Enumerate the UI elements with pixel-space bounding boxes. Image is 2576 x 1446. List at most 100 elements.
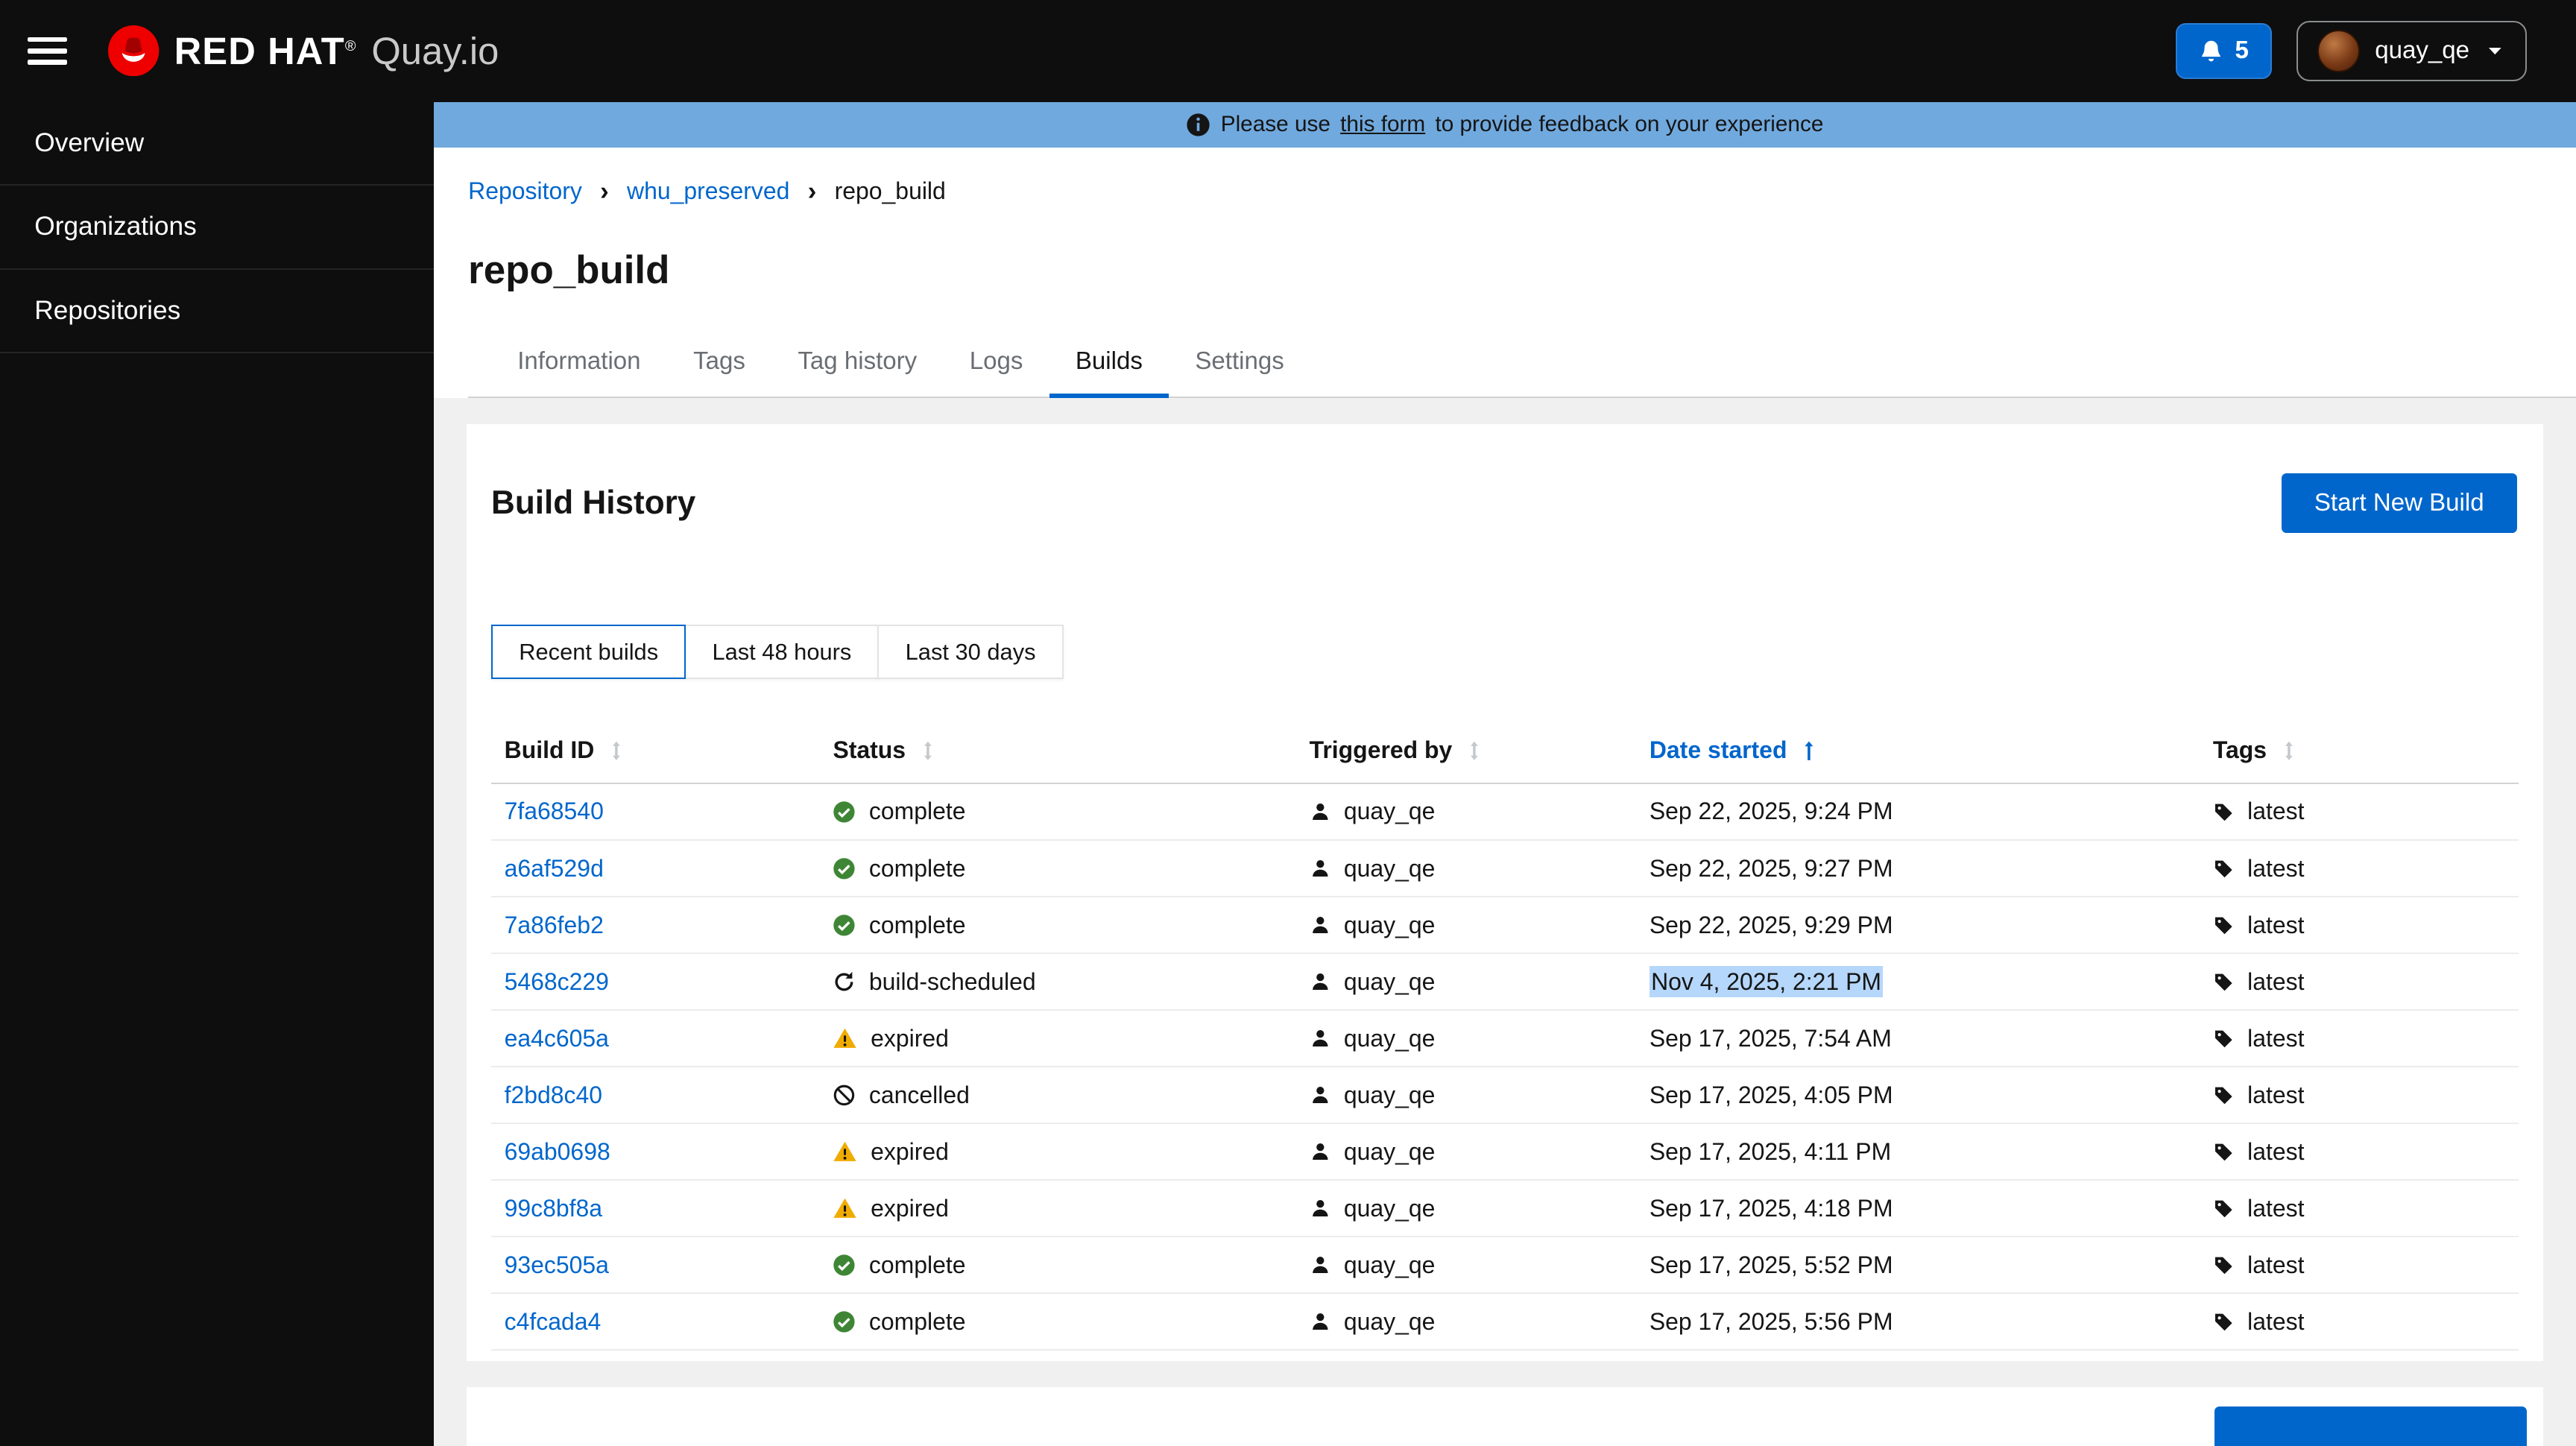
build-filter-toggle-group: Recent builds Last 48 hours Last 30 days — [467, 625, 2543, 679]
breadcrumb-namespace[interactable]: whu_preserved — [627, 177, 789, 205]
build-id-link[interactable]: 7fa68540 — [505, 798, 604, 825]
column-header-build-id[interactable]: Build ID — [491, 736, 820, 764]
tab-settings[interactable]: Settings — [1169, 329, 1310, 398]
user-menu-button[interactable]: quay_qe — [2296, 20, 2527, 82]
page-title: repo_build — [468, 248, 670, 293]
expired-status-icon — [833, 1140, 857, 1164]
brand[interactable]: RED HAT® Quay.io — [108, 25, 499, 77]
tab-information[interactable]: Information — [491, 329, 667, 398]
status-label: complete — [868, 1251, 966, 1278]
tab-tags[interactable]: Tags — [667, 329, 771, 398]
start-new-build-button[interactable]: Start New Build — [2281, 473, 2517, 533]
date-started-label: Sep 17, 2025, 5:52 PM — [1649, 1251, 1893, 1278]
tab-tag-history[interactable]: Tag history — [771, 329, 943, 398]
table-row: 7a86feb2 complete quay_qe Sep 22, 2025, … — [491, 897, 2519, 955]
build-id-link[interactable]: a6af529d — [505, 855, 604, 883]
column-header-tags[interactable]: Tags — [2200, 736, 2519, 764]
user-icon — [1310, 1141, 1331, 1163]
build-id-cell: f2bd8c40 — [491, 1082, 820, 1109]
tag-label: latest — [2247, 854, 2305, 882]
chevron-right-icon: › — [600, 176, 609, 206]
sidebar-item-organizations[interactable]: Organizations — [0, 186, 434, 270]
column-header-status[interactable]: Status — [820, 736, 1296, 764]
banner-text-prefix: Please use — [1220, 112, 1330, 137]
feedback-form-link[interactable]: this form — [1340, 112, 1425, 137]
notifications-button[interactable]: 5 — [2176, 22, 2272, 79]
breadcrumb-repository[interactable]: Repository — [468, 177, 582, 205]
filter-recent-builds[interactable]: Recent builds — [491, 625, 686, 679]
tag-icon — [2213, 1028, 2235, 1049]
triggered-by-cell: quay_qe — [1296, 798, 1636, 825]
build-id-link[interactable]: 69ab0698 — [505, 1138, 610, 1166]
tab-builds[interactable]: Builds — [1049, 329, 1169, 399]
tag-icon — [2213, 1254, 2235, 1276]
triggered-by-label: quay_qe — [1343, 1251, 1436, 1278]
build-id-link[interactable]: 7a86feb2 — [505, 912, 604, 939]
table-row: 69ab0698 expired quay_qe Sep 17, 2025, 4… — [491, 1124, 2519, 1181]
build-id-link[interactable]: 99c8bf8a — [505, 1195, 602, 1222]
tags-cell: latest — [2200, 912, 2519, 939]
sort-icon — [921, 740, 935, 762]
expired-status-icon — [833, 1026, 857, 1051]
triggered-by-label: quay_qe — [1343, 798, 1436, 825]
nav-toggle-button[interactable] — [0, 0, 95, 102]
status-cell: complete — [820, 1251, 1296, 1279]
brand-red-hat-text: RED HAT® — [174, 29, 357, 72]
triggered-by-cell: quay_qe — [1296, 912, 1636, 939]
column-header-date-started[interactable]: Date started — [1636, 736, 2200, 764]
column-header-triggered-by[interactable]: Triggered by — [1296, 736, 1636, 764]
build-id-link[interactable]: f2bd8c40 — [505, 1082, 602, 1109]
status-label: complete — [868, 798, 966, 825]
triggered-by-label: quay_qe — [1343, 1081, 1436, 1108]
user-icon — [1310, 1084, 1331, 1106]
tag-icon — [2213, 1198, 2235, 1219]
triggered-by-label: quay_qe — [1343, 1137, 1436, 1165]
tag-label: latest — [2247, 1024, 2305, 1052]
date-started-label: Sep 17, 2025, 7:54 AM — [1649, 1024, 1892, 1052]
date-started-cell: Sep 17, 2025, 5:52 PM — [1636, 1251, 2200, 1279]
filter-last-30-days[interactable]: Last 30 days — [877, 625, 1064, 679]
status-label: complete — [868, 854, 966, 882]
tag-label: latest — [2247, 911, 2305, 938]
date-started-cell: Sep 22, 2025, 9:24 PM — [1636, 798, 2200, 825]
tags-cell: latest — [2200, 1308, 2519, 1336]
expired-status-icon — [833, 1196, 857, 1221]
build-id-link[interactable]: 5468c229 — [505, 968, 609, 996]
tag-icon — [2213, 1311, 2235, 1333]
triggered-by-cell: quay_qe — [1296, 1251, 1636, 1279]
page-header: Repository › whu_preserved › repo_build … — [433, 148, 2576, 399]
status-label: complete — [868, 911, 966, 938]
sidebar-item-repositories[interactable]: Repositories — [0, 270, 434, 354]
user-icon — [1310, 1028, 1331, 1049]
triggered-by-label: quay_qe — [1343, 1194, 1436, 1222]
brand-product-text: Quay.io — [371, 29, 499, 72]
filter-last-48-hours[interactable]: Last 48 hours — [684, 625, 880, 679]
sidebar-item-overview[interactable]: Overview — [0, 102, 434, 186]
table-row: 7fa68540 complete quay_qe Sep 22, 2025, … — [491, 784, 2519, 841]
bell-icon — [2199, 39, 2223, 63]
triggered-by-cell: quay_qe — [1296, 1082, 1636, 1109]
user-icon — [1310, 971, 1331, 993]
complete-status-icon — [833, 1310, 856, 1333]
status-cell: complete — [820, 855, 1296, 883]
build-id-link[interactable]: c4fcada4 — [505, 1308, 602, 1336]
user-icon — [1310, 801, 1331, 823]
trademark-symbol: ® — [344, 37, 357, 54]
chevron-down-icon — [2484, 40, 2506, 62]
tags-cell: latest — [2200, 1138, 2519, 1166]
tags-cell: latest — [2200, 1025, 2519, 1052]
table-header-row: Build ID Status Triggered by Date starte… — [491, 719, 2519, 784]
table-row: c4fcada4 complete quay_qe Sep 17, 2025, … — [491, 1294, 2519, 1351]
tab-logs[interactable]: Logs — [943, 329, 1049, 398]
build-id-link[interactable]: ea4c605a — [505, 1025, 609, 1052]
status-label: build-scheduled — [868, 967, 1036, 995]
date-started-cell: Sep 17, 2025, 4:05 PM — [1636, 1082, 2200, 1109]
lower-card-primary-button[interactable] — [2214, 1406, 2527, 1446]
triggered-by-label: quay_qe — [1343, 1024, 1436, 1052]
build-id-cell: 7a86feb2 — [491, 912, 820, 939]
breadcrumb: Repository › whu_preserved › repo_build — [468, 177, 2576, 205]
build-id-cell: 93ec505a — [491, 1251, 820, 1279]
build-id-link[interactable]: 93ec505a — [505, 1251, 609, 1279]
user-icon — [1310, 1198, 1331, 1219]
triggered-by-label: quay_qe — [1343, 967, 1436, 995]
